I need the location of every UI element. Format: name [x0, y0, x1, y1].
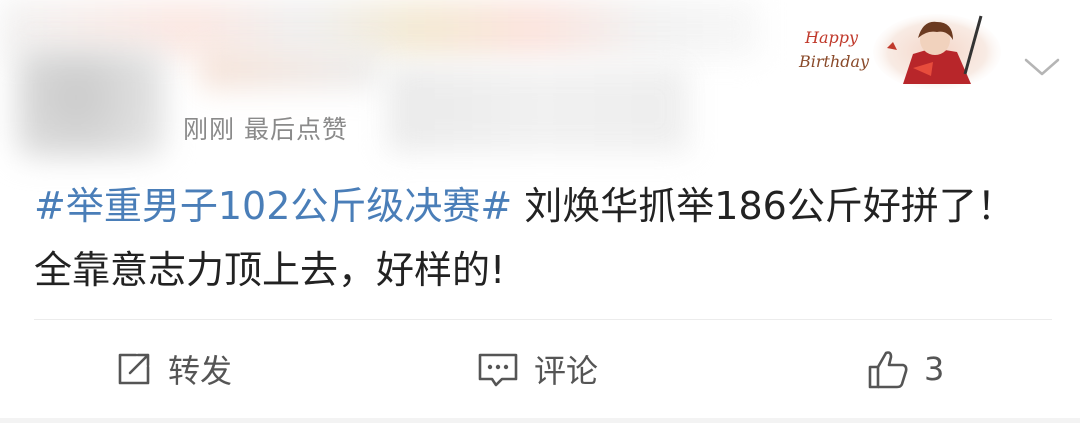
- post-text: #举重男子102公斤级决赛# 刘焕华抓举186公斤好拼了！全靠意志力顶上去，好样…: [34, 174, 1044, 302]
- source-blurred: [388, 66, 688, 152]
- post-time: 刚刚: [183, 115, 236, 144]
- last-like-label: 最后点赞: [243, 115, 348, 144]
- avatar[interactable]: [16, 48, 166, 158]
- card-bottom-separator: [0, 418, 1080, 423]
- weibo-post-card: 刚刚 最后点赞 Happy Birthday #举重男子102公斤级决赛# 刘焕…: [0, 0, 1080, 423]
- birthday-badge[interactable]: Happy Birthday: [785, 8, 1005, 90]
- comment-icon: [478, 353, 518, 387]
- like-button[interactable]: 3: [866, 344, 944, 394]
- badge-character-image: [873, 14, 1001, 90]
- forward-label: 转发: [168, 352, 233, 390]
- post-meta: 刚刚 最后点赞: [183, 110, 348, 146]
- comment-button[interactable]: 评论: [476, 344, 598, 394]
- username-blurred[interactable]: [200, 50, 380, 90]
- like-count: 3: [924, 350, 945, 388]
- divider: [34, 319, 1052, 320]
- chevron-down-icon[interactable]: [1020, 52, 1064, 82]
- badge-text-happy: Happy: [805, 28, 859, 47]
- thumbs-up-icon: [868, 351, 908, 389]
- hashtag-link[interactable]: #举重男子102公斤级决赛#: [34, 184, 512, 228]
- forward-button[interactable]: 转发: [114, 344, 232, 394]
- badge-text-birthday: Birthday: [799, 52, 870, 71]
- comment-label: 评论: [534, 352, 599, 390]
- share-icon: [118, 353, 150, 385]
